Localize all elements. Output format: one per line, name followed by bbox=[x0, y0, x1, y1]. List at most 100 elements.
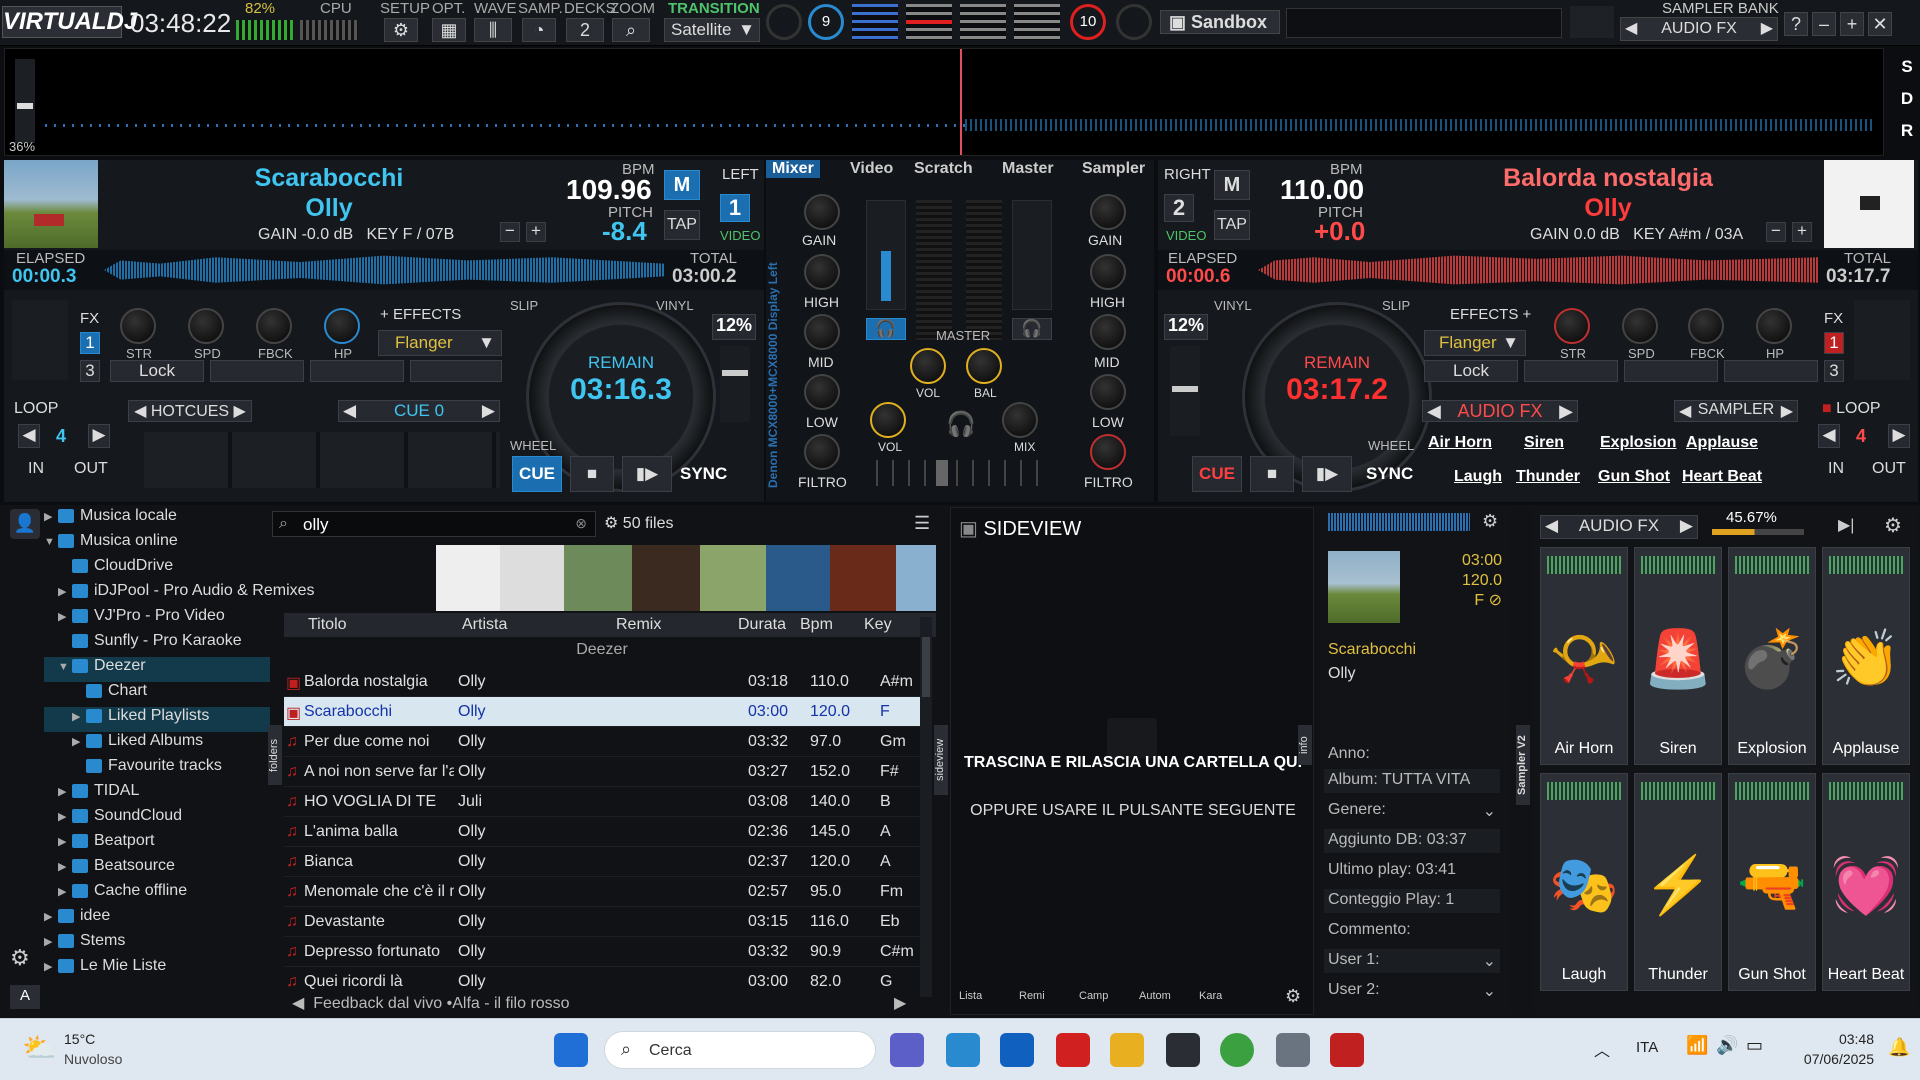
sampler-pad[interactable]: 📯 Air Horn bbox=[1540, 547, 1628, 765]
outlook-icon[interactable] bbox=[1000, 1033, 1034, 1067]
sampler-gear-icon[interactable]: ⚙ bbox=[1884, 513, 1902, 538]
key-down-left[interactable]: − bbox=[500, 222, 520, 242]
sdr-buttons[interactable]: SDR bbox=[1895, 51, 1919, 151]
master-dial-right[interactable] bbox=[1116, 4, 1152, 40]
feedback-next[interactable]: ▶ bbox=[894, 993, 906, 1013]
taskbar-search[interactable]: ⌕ Cerca bbox=[604, 1031, 876, 1069]
language-indicator[interactable]: ITA bbox=[1636, 1039, 1658, 1056]
master-button-left[interactable]: M bbox=[664, 170, 700, 200]
tree-item[interactable]: ▶ Beatport bbox=[44, 832, 270, 857]
clear-search-icon[interactable]: ⊗ bbox=[575, 515, 587, 532]
tool-remix[interactable]: Remi bbox=[1019, 990, 1045, 1002]
sample-siren[interactable]: Siren bbox=[1524, 434, 1564, 452]
fbck-knob-left[interactable] bbox=[256, 308, 292, 344]
fx-pad-right-3[interactable] bbox=[1624, 360, 1718, 382]
sampler-next-icon[interactable]: ▶| bbox=[1838, 515, 1854, 535]
pitch-slider-left[interactable] bbox=[720, 346, 750, 422]
pitch-range-left[interactable]: 12% bbox=[712, 314, 756, 340]
minimize-icon[interactable]: – bbox=[1812, 12, 1836, 36]
gain-knob-right[interactable] bbox=[1090, 194, 1126, 230]
tree-item[interactable]: ▶ idee bbox=[44, 907, 270, 932]
mid-knob-right[interactable] bbox=[1090, 314, 1126, 350]
volume-fader-left[interactable] bbox=[866, 200, 906, 310]
table-row[interactable]: ♫ Depresso fortunato Olly 03:32 90.9 C#m bbox=[284, 937, 920, 967]
table-row[interactable]: ♫A noi non serve far l'amoreOlly03:27152… bbox=[284, 757, 920, 787]
tree-item[interactable]: ▶ iDJPool - Pro Audio & Remixes bbox=[44, 582, 315, 607]
fx-slots-right[interactable] bbox=[1854, 300, 1910, 380]
high-knob-right[interactable] bbox=[1090, 254, 1126, 290]
setup-gear-icon[interactable]: ⚙ bbox=[384, 18, 418, 42]
tree-item[interactable]: ▶ Liked Albums bbox=[44, 732, 270, 757]
table-row[interactable]: ♫ Bianca Olly 02:37 120.0 A bbox=[284, 847, 920, 877]
sync-button-left[interactable]: SYNC bbox=[680, 464, 727, 484]
spd-knob-left[interactable] bbox=[188, 308, 224, 344]
tree-item[interactable]: Favourite tracks bbox=[44, 757, 270, 782]
pitch-slider-right[interactable] bbox=[1170, 346, 1200, 436]
sampler-pad[interactable]: 👏 Applause bbox=[1822, 547, 1910, 765]
settings-icon[interactable] bbox=[1276, 1033, 1310, 1067]
sample-applause[interactable]: Applause bbox=[1686, 434, 1758, 452]
user-icon[interactable]: 👤 bbox=[10, 509, 40, 539]
table-row[interactable]: ▣ Balorda nostalgia Olly 03:18 110.0 A#m bbox=[284, 667, 920, 697]
search-input[interactable]: ⌕ olly ⊗ bbox=[272, 511, 596, 537]
deck-count-10[interactable]: 10 bbox=[1070, 4, 1106, 40]
col-bpm[interactable]: Bpm bbox=[800, 616, 833, 634]
sampler-pad[interactable]: 💣 Explosion bbox=[1728, 547, 1816, 765]
notification-bell-icon[interactable]: 🔔 bbox=[1888, 1037, 1910, 1058]
low-knob-left[interactable] bbox=[804, 374, 840, 410]
fx-slot-3-right[interactable]: 3 bbox=[1824, 360, 1844, 382]
wifi-icon[interactable]: 📶 bbox=[1686, 1035, 1708, 1056]
hp-knob-right[interactable] bbox=[1756, 308, 1792, 344]
tree-item[interactable]: ▶ SoundCloud bbox=[44, 807, 270, 832]
loop-half-right[interactable]: ◀ bbox=[1818, 424, 1840, 448]
info-commento[interactable]: Commento: bbox=[1324, 919, 1500, 943]
volume-icon[interactable]: 🔊 bbox=[1716, 1035, 1738, 1056]
sample-air-horn[interactable]: Air Horn bbox=[1428, 434, 1492, 452]
a-button[interactable]: A bbox=[10, 985, 40, 1009]
sampler-pad[interactable]: 🚨 Siren bbox=[1634, 547, 1722, 765]
cover-strip[interactable] bbox=[436, 545, 936, 611]
tool-autom[interactable]: Autom bbox=[1139, 990, 1171, 1002]
volume-fader-right[interactable] bbox=[1012, 200, 1052, 310]
table-row[interactable]: ♫ L'anima balla Olly 02:36 145.0 A bbox=[284, 817, 920, 847]
filter-knob-right[interactable] bbox=[1090, 434, 1126, 470]
zoom-slider[interactable] bbox=[15, 59, 35, 143]
sample-laugh[interactable]: Laugh bbox=[1454, 468, 1502, 486]
decks-count[interactable]: 2 bbox=[566, 18, 604, 42]
fx-pad-left-4[interactable] bbox=[410, 360, 502, 382]
zoom-search-icon[interactable]: ⌕ bbox=[612, 18, 650, 42]
fx-slot-3-left[interactable]: 3 bbox=[80, 360, 100, 382]
fbck-knob-right[interactable] bbox=[1688, 308, 1724, 344]
tree-item[interactable]: ▶ TIDAL bbox=[44, 782, 270, 807]
str-knob-left[interactable] bbox=[120, 308, 156, 344]
stop-button-left[interactable]: ■ bbox=[570, 456, 614, 492]
master-button-right[interactable]: M bbox=[1214, 170, 1250, 200]
store-icon[interactable] bbox=[946, 1033, 980, 1067]
wave-icon[interactable]: ⫼ bbox=[474, 18, 512, 42]
opt-icon[interactable]: ▦ bbox=[432, 18, 466, 42]
crossfader[interactable] bbox=[876, 460, 1046, 486]
loop-half-left[interactable]: ◀ bbox=[18, 424, 40, 448]
table-row[interactable]: ▣ Scarabocchi Olly 03:00 120.0 F bbox=[284, 697, 920, 727]
security-icon[interactable] bbox=[1056, 1033, 1090, 1067]
fx-slot-1-left[interactable]: 1 bbox=[80, 332, 100, 354]
info-gear-icon[interactable]: ⚙ bbox=[1482, 511, 1498, 532]
transition-select[interactable]: Satellite ▼ bbox=[664, 18, 760, 42]
tree-item[interactable]: ▼ Musica online bbox=[44, 532, 270, 557]
spd-knob-right[interactable] bbox=[1622, 308, 1658, 344]
tree-item[interactable]: ▶ Stems bbox=[44, 932, 270, 957]
mid-knob-left[interactable] bbox=[804, 314, 840, 350]
cue-button-right[interactable]: CUE bbox=[1192, 456, 1242, 492]
sideview-gear-icon[interactable]: ⚙ bbox=[1285, 986, 1301, 1007]
sample-gun-shot[interactable]: Gun Shot bbox=[1598, 468, 1670, 486]
col-artista[interactable]: Artista bbox=[462, 616, 507, 634]
tree-item[interactable]: Chart bbox=[44, 682, 270, 707]
info-user1[interactable]: User 1: ⌄ bbox=[1324, 949, 1500, 973]
tree-item[interactable]: Sunfly - Pro Karaoke bbox=[44, 632, 270, 657]
windows-start-icon[interactable] bbox=[554, 1033, 588, 1067]
tray-chevron-icon[interactable]: ︿ bbox=[1594, 1037, 1610, 1061]
lock-button-left[interactable]: Lock bbox=[110, 360, 204, 382]
table-row[interactable]: ♫Menomale che c'è il mareOlly02:5795.0Fm bbox=[284, 877, 920, 907]
headphone-cue-right-icon[interactable]: 🎧 bbox=[1012, 318, 1052, 340]
feedback-bar[interactable]: ◀ Feedback dal vivo •Alfa - il filo ross… bbox=[292, 993, 570, 1013]
